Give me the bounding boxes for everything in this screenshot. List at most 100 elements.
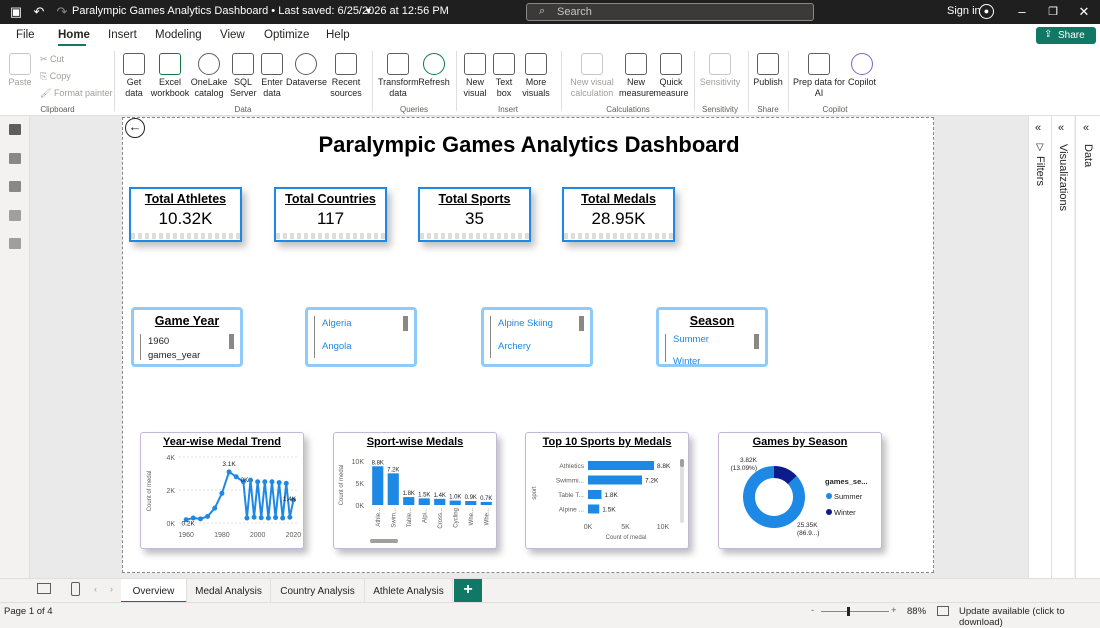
close-icon[interactable]: ✕	[1076, 4, 1092, 20]
sql-server-button[interactable]: SQL Server	[230, 53, 257, 99]
tmdl-view-icon[interactable]	[9, 238, 21, 249]
kpi-label: Total Athletes	[144, 192, 227, 206]
excel-workbook-button[interactable]: Excel workbook	[150, 53, 190, 99]
maximize-icon[interactable]: ❐	[1045, 4, 1061, 20]
chart-year-wise-medal-trend[interactable]: Year-wise Medal Trend 0K 2K 4K 1960 1980 2000…	[140, 432, 304, 549]
kpi-total-athletes[interactable]: Total Athletes 10.32K	[129, 187, 242, 242]
data-point	[283, 480, 289, 486]
menu-help[interactable]: Help	[326, 29, 350, 41]
slicer-game-year[interactable]: Game Year 1960 games_year	[131, 307, 243, 367]
slicer-item[interactable]: Winter	[673, 356, 700, 364]
tab-country-analysis[interactable]: Country Analysis	[271, 579, 365, 603]
menu-modeling[interactable]: Modeling	[155, 29, 202, 41]
fit-to-page-icon[interactable]	[937, 606, 949, 616]
recent-sources-button[interactable]: Recent sources	[327, 53, 365, 99]
tab-medal-analysis[interactable]: Medal Analysis	[187, 579, 271, 603]
paste-button[interactable]: Paste	[6, 53, 34, 88]
undo-icon[interactable]: ↶	[31, 4, 47, 20]
slicer-scrollbar[interactable]	[754, 334, 759, 349]
chart-top-10-sports[interactable]: Top 10 Sports by Medals Athletics 8.8K Swi…	[525, 432, 689, 549]
slicer-scrollbar[interactable]	[579, 316, 584, 331]
slicer-item[interactable]: Angola	[322, 341, 352, 352]
sign-in-link[interactable]: Sign in	[947, 5, 981, 17]
kpi-total-sports[interactable]: Total Sports 35	[418, 187, 531, 242]
data-pane-collapsed[interactable]: « Data	[1075, 116, 1100, 578]
desktop-layout-icon[interactable]	[37, 583, 51, 594]
sensitivity-button[interactable]: Sensitivity	[698, 53, 742, 88]
search-box[interactable]: ⌕ Search	[526, 3, 814, 21]
slicer-scrollbar[interactable]	[229, 334, 234, 349]
expand-visualizations-icon[interactable]: «	[1058, 122, 1064, 134]
model-view-icon[interactable]	[9, 181, 21, 192]
chart-games-by-season[interactable]: Games by Season 3.82K (13.09%) 25.35K (86.9…	[718, 432, 882, 549]
zoom-in-icon[interactable]: +	[891, 605, 897, 616]
slicer-item[interactable]: Summer	[673, 334, 709, 345]
report-title: Paralympic Games Analytics Dashboard	[318, 132, 740, 157]
menu-insert[interactable]: Insert	[108, 29, 137, 41]
tab-athlete-analysis[interactable]: Athlete Analysis	[365, 579, 453, 603]
x-tick-label: 2020	[286, 532, 302, 539]
dax-query-view-icon[interactable]	[9, 210, 21, 221]
tab-overview[interactable]: Overview	[121, 579, 187, 603]
filters-pane-collapsed[interactable]: « ▽ Filters	[1028, 116, 1051, 578]
text-box-button[interactable]: Text box	[490, 53, 518, 99]
quick-measure-button[interactable]: Quick measure	[653, 53, 689, 99]
copilot-button[interactable]: Copilot	[845, 53, 879, 88]
copy-button[interactable]: ⎘ Copy	[40, 71, 71, 82]
expand-data-icon[interactable]: «	[1083, 122, 1089, 134]
zoom-slider[interactable]	[821, 611, 889, 612]
slicer-item[interactable]: 1960	[148, 336, 169, 347]
new-visual-calculation-button[interactable]: New visual calculation	[564, 53, 620, 99]
next-page-icon[interactable]: ›	[110, 584, 113, 594]
transform-data-button[interactable]: Transform data	[378, 53, 419, 99]
prev-page-icon[interactable]: ‹	[94, 584, 97, 594]
chart-sport-wise-medals[interactable]: Sport-wise Medals 0K 5K 10K Count of medal 8…	[333, 432, 497, 549]
data-point	[205, 513, 211, 519]
menu-home[interactable]: Home	[58, 29, 90, 41]
table-view-icon[interactable]	[9, 153, 21, 164]
slicer-item[interactable]: Alpine Skiing	[498, 318, 553, 329]
minimize-icon[interactable]: –	[1014, 4, 1030, 20]
y-tick-label: Athletics	[559, 463, 584, 470]
zoom-out-icon[interactable]: -	[811, 605, 814, 616]
add-page-button[interactable]: +	[454, 579, 482, 603]
account-icon[interactable]: ●	[979, 4, 994, 19]
mobile-layout-icon[interactable]	[71, 582, 80, 596]
slicer-country[interactable]: Algeria Angola	[305, 307, 417, 367]
slicer-sport[interactable]: Alpine Skiing Archery	[481, 307, 593, 367]
refresh-button[interactable]: Refresh	[418, 53, 450, 88]
menu-file[interactable]: File	[16, 29, 35, 41]
report-view-icon[interactable]	[9, 124, 21, 135]
menu-view[interactable]: View	[220, 29, 245, 41]
get-data-button[interactable]: Get data	[119, 53, 149, 99]
cut-button[interactable]: ✂ Cut	[40, 54, 64, 65]
redo-icon[interactable]: ↷	[54, 4, 70, 20]
share-button[interactable]: ⇪ Share	[1036, 27, 1096, 44]
prep-data-for-ai-button[interactable]: Prep data for AI	[792, 53, 846, 99]
group-calculations: Calculations	[606, 105, 650, 114]
title-dropdown-icon[interactable]: ▼	[364, 6, 373, 16]
format-painter-button[interactable]: 🖌 Format painter	[40, 88, 112, 99]
enter-data-button[interactable]: Enter data	[258, 53, 286, 99]
publish-button[interactable]: Publish	[752, 53, 784, 88]
slicer-scrollbar[interactable]	[403, 316, 408, 331]
slicer-item[interactable]: Algeria	[322, 318, 352, 329]
menu-optimize[interactable]: Optimize	[264, 29, 309, 41]
group-data: Data	[234, 105, 252, 114]
y-tick-label: 0K	[355, 503, 364, 510]
slicer-item[interactable]: Archery	[498, 341, 531, 352]
save-icon[interactable]: ▣	[8, 4, 24, 20]
new-visual-button[interactable]: New visual	[460, 53, 490, 99]
more-visuals-button[interactable]: More visuals	[518, 53, 554, 99]
visualizations-pane-collapsed[interactable]: « Visualizations	[1051, 116, 1074, 578]
expand-filters-icon[interactable]: «	[1035, 122, 1041, 134]
new-measure-button[interactable]: New measure	[619, 53, 654, 99]
kpi-total-countries[interactable]: Total Countries 117	[274, 187, 387, 242]
dataverse-button[interactable]: Dataverse	[286, 53, 327, 88]
zoom-slider-thumb[interactable]	[847, 607, 850, 616]
slicer-item[interactable]: games_year	[148, 350, 200, 361]
kpi-total-medals[interactable]: Total Medals 28.95K	[562, 187, 675, 242]
onelake-catalog-button[interactable]: OneLake catalog	[190, 53, 228, 99]
update-available-link[interactable]: Update available (click to download)	[959, 606, 1100, 628]
slicer-season[interactable]: Season Summer Winter	[656, 307, 768, 367]
